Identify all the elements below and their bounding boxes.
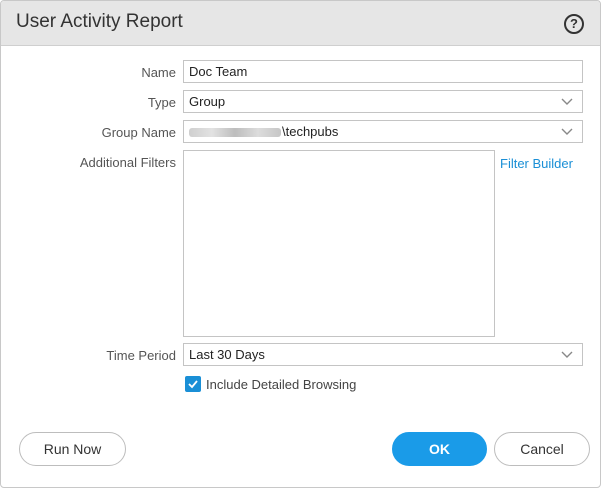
chevron-down-icon [561, 98, 573, 105]
time-period-value: Last 30 Days [189, 347, 265, 362]
type-value: Group [189, 94, 226, 109]
ok-button[interactable]: OK [392, 432, 487, 466]
dialog-titlebar: User Activity Report ? [1, 1, 600, 46]
name-label: Name [141, 65, 176, 80]
additional-filters-textarea[interactable] [183, 150, 495, 337]
dialog-title: User Activity Report [16, 11, 183, 32]
name-value: Doc Team [189, 64, 248, 79]
help-icon[interactable]: ? [564, 14, 584, 34]
additional-filters-label: Additional Filters [79, 155, 176, 170]
type-select[interactable]: Group [183, 90, 583, 113]
group-name-value: \techpubs [282, 124, 339, 139]
filter-builder-link[interactable]: Filter Builder [500, 156, 573, 171]
group-name-select[interactable]: \techpubs [183, 120, 583, 143]
group-name-label: Group Name [101, 125, 176, 140]
time-period-select[interactable]: Last 30 Days [183, 343, 583, 366]
include-detailed-browsing-checkbox[interactable] [185, 376, 201, 392]
include-detailed-browsing-label[interactable]: Include Detailed Browsing [206, 377, 356, 392]
checkmark-icon [188, 380, 198, 389]
cancel-button[interactable]: Cancel [494, 432, 590, 466]
type-label: Type [147, 95, 176, 110]
chevron-down-icon [561, 128, 573, 135]
chevron-down-icon [561, 351, 573, 358]
time-period-label: Time Period [106, 348, 176, 363]
redacted-domain [189, 128, 281, 138]
user-activity-report-dialog: User Activity Report ? Name Doc Team Typ… [0, 0, 601, 488]
run-now-button[interactable]: Run Now [19, 432, 126, 466]
name-field[interactable]: Doc Team [183, 60, 583, 83]
